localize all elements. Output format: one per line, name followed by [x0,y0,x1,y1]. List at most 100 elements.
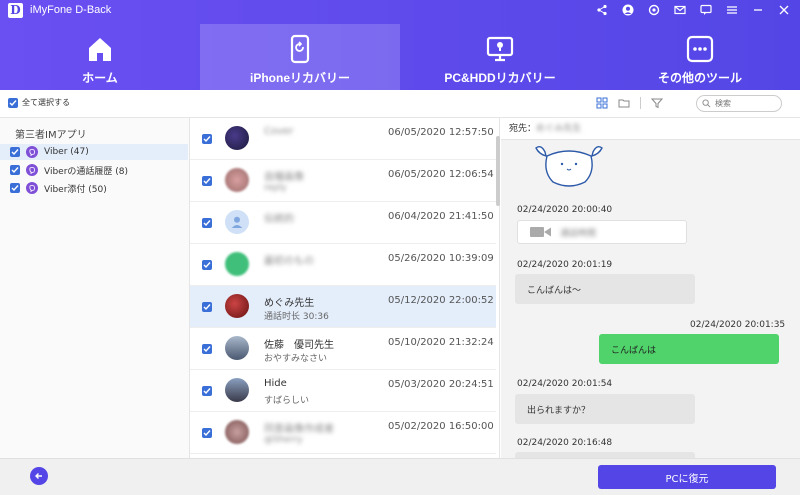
restore-to-pc-button[interactable]: PCに復元 [598,465,776,489]
message-date: 06/05/2020 12:06:54 [388,169,494,180]
row-checkbox[interactable] [202,428,212,438]
message-date: 05/26/2020 10:39:09 [388,253,494,264]
incoming-message: 出られますか？ [515,394,695,424]
row-checkbox[interactable] [202,176,212,186]
tab-iphone-recovery-label: iPhoneリカバリー [249,71,350,85]
share-icon[interactable] [594,2,610,18]
avatar [225,294,249,318]
message-date: 05/02/2020 16:50:00 [388,421,494,432]
minimize-icon[interactable] [750,2,766,18]
arrow-left-icon [35,473,42,479]
main-nav: ホーム iPhoneリカバリー PC&HDDリカバリー その他のツール [0,24,800,90]
checkbox-checked-icon[interactable] [10,183,20,193]
select-all-label: 全て選択する [22,98,70,107]
tab-home[interactable]: ホーム [0,24,200,90]
sidebar-item-label: Viber添付 (50) [44,184,107,195]
row-checkbox[interactable] [202,260,212,270]
table-row[interactable]: 同意画像作成者 @Sherry 05/02/2020 16:50:00 [190,412,496,454]
table-row[interactable]: 伝統的 06/04/2020 21:41:50 [190,202,496,244]
search-box[interactable] [696,95,782,112]
message-date: 06/04/2020 21:41:50 [388,211,494,222]
table-row[interactable]: Cover 06/05/2020 12:57:50 [190,118,496,160]
menu-icon[interactable] [724,2,740,18]
avatar [225,168,249,192]
select-all-checkbox[interactable]: 全て選択する [8,97,70,108]
sidebar-item-label: Viber (47) [44,147,89,157]
message-date: 06/05/2020 12:57:50 [388,127,494,138]
app-logo: D [8,3,23,18]
row-checkbox[interactable] [202,302,212,312]
table-row[interactable]: めぐみ先生 通話时长 30:36 05/12/2020 22:00:52 [190,286,496,328]
folder-icon[interactable] [618,97,630,109]
settings-icon[interactable] [646,2,662,18]
table-row[interactable]: 最初のもの 05/26/2020 10:39:09 [190,244,496,286]
message-date: 05/12/2020 22:00:52 [388,295,494,306]
checkbox-checked-icon[interactable] [10,147,20,157]
tab-iphone-recovery[interactable]: iPhoneリカバリー [200,24,400,90]
sidebar-item-viber-attachments[interactable]: Viber添付 (50) [0,180,188,196]
view-tools [596,97,663,109]
outgoing-message: こんばんは [599,334,779,364]
phone-recovery-icon [290,34,310,64]
conversation-list: Cover 06/05/2020 12:57:50 自撮画像 reply 06/… [190,118,500,458]
toolbar-divider [640,97,641,109]
tab-home-label: ホーム [82,71,118,85]
message-timestamp: 02/24/2020 20:01:54 [517,379,613,389]
filter-icon[interactable] [651,97,663,109]
contact-name: 同意画像作成者 [264,424,334,435]
message-preview: 通話时长 30:36 [264,312,329,322]
sidebar-item-viber[interactable]: Viber (47) [0,144,188,160]
search-input[interactable] [715,99,775,108]
close-icon[interactable] [776,2,792,18]
table-row[interactable]: Hide すばらしい 05/03/2020 20:24:51 [190,370,496,412]
avatar [225,378,249,402]
contact-name: 伝統的 [264,214,294,225]
avatar [225,336,249,360]
viber-icon [26,182,38,194]
sticker-image [535,145,603,187]
sidebar-header: 第三者IMアプリ [15,130,87,141]
video-call-icon [530,227,551,237]
toolbar: 全て選択する [0,90,800,118]
back-button[interactable] [30,467,48,485]
message-date: 05/03/2020 20:24:51 [388,379,494,390]
sidebar-item-viber-calls[interactable]: Viberの通話履歴 (8) [0,162,188,178]
row-checkbox[interactable] [202,134,212,144]
monitor-icon [486,36,514,62]
checkbox-checked-icon [8,97,18,108]
avatar [225,126,249,150]
message-preview: reply [264,183,287,193]
message-preview: @Sherry [264,435,303,445]
default-avatar-icon [225,210,249,234]
window-controls [594,2,792,18]
more-tools-icon [686,35,714,63]
home-icon [89,38,111,61]
grid-view-icon[interactable] [596,97,608,109]
row-checkbox[interactable] [202,386,212,396]
account-icon[interactable] [620,2,636,18]
contact-name: めぐみ先生 [264,298,315,309]
title-bar: D iMyFone D-Back [0,0,800,22]
message-preview: おやすみなさい [264,354,328,364]
message-timestamp: 02/24/2020 20:00:40 [517,205,613,215]
table-row[interactable]: 佐藤 優司先生 おやすみなさい 05/10/2020 21:32:24 [190,328,496,370]
contact-name: 自撮画像 [264,172,304,183]
feedback-icon[interactable] [698,2,714,18]
tab-other-tools[interactable]: その他のツール [600,24,800,90]
row-checkbox[interactable] [202,344,212,354]
table-row[interactable]: 自撮画像 reply 06/05/2020 12:06:54 [190,160,496,202]
app-title: iMyFone D-Back [30,4,112,16]
row-checkbox[interactable] [202,218,212,228]
viber-icon [26,164,38,176]
chat-header: 宛先：めぐみ先生 [501,118,800,140]
checkbox-checked-icon[interactable] [10,165,20,175]
contact-name: Cover [264,126,294,137]
message-timestamp: 02/24/2020 20:01:35 [690,320,786,330]
list-scrollbar[interactable] [496,136,500,206]
tab-other-tools-label: その他のツール [657,71,742,85]
tab-pc-hdd-recovery[interactable]: PC&HDDリカバリー [400,24,600,90]
call-bubble: 通話時間 [517,220,687,244]
message-timestamp: 02/24/2020 20:01:19 [517,260,613,270]
mail-icon[interactable] [672,2,688,18]
chat-view: 宛先：めぐみ先生 02/24/2020 20:00:40 通話時間 02/24/… [501,118,800,458]
